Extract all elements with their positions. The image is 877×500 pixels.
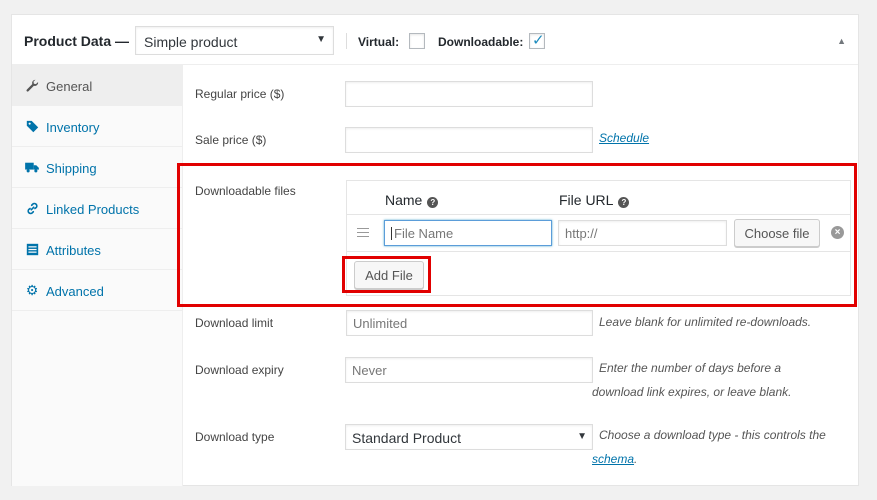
- virtual-checkbox[interactable]: [409, 33, 425, 49]
- panel-title: Product Data —: [24, 33, 130, 49]
- downloadable-checkbox[interactable]: ✓: [529, 32, 545, 49]
- help-icon[interactable]: ?: [618, 197, 630, 208]
- download-expiry-input[interactable]: Never: [345, 357, 593, 383]
- download-type-value: Standard Product: [352, 430, 461, 446]
- remove-icon[interactable]: ×: [831, 226, 844, 239]
- download-expiry-hint-2: download link expires, or leave blank.: [592, 385, 792, 399]
- tab-label: Advanced: [46, 284, 104, 299]
- download-limit-input[interactable]: Unlimited: [346, 310, 593, 336]
- column-url-header: File URL?: [559, 192, 630, 208]
- checkmark-icon: ✓: [532, 32, 545, 49]
- schema-link[interactable]: schema: [592, 452, 634, 466]
- tag-icon: [25, 119, 39, 133]
- schedule-link[interactable]: Schedule: [599, 127, 649, 150]
- virtual-label: Virtual:: [358, 35, 400, 49]
- collapse-arrow-icon[interactable]: ▲: [837, 36, 846, 46]
- tab-label: Inventory: [46, 120, 100, 135]
- help-icon[interactable]: ?: [427, 197, 439, 208]
- table-row: File Name http:// Choose file ×: [347, 215, 850, 252]
- column-name-header: Name?: [385, 192, 439, 208]
- gear-icon: ⚙: [25, 282, 39, 298]
- drag-handle-icon[interactable]: [357, 228, 369, 238]
- product-type-select[interactable]: Simple product ▼: [135, 26, 334, 55]
- sale-price-label: Sale price ($): [195, 133, 267, 147]
- file-name-input[interactable]: File Name: [384, 220, 552, 246]
- tab-shipping[interactable]: Shipping: [12, 147, 182, 188]
- file-url-input[interactable]: http://: [558, 220, 727, 246]
- regular-price-input[interactable]: [345, 81, 593, 107]
- sale-price-input[interactable]: [345, 127, 593, 153]
- download-type-select[interactable]: Standard Product ▼: [345, 424, 593, 450]
- choose-file-button[interactable]: Choose file: [734, 219, 820, 247]
- download-expiry-label: Download expiry: [195, 363, 284, 377]
- table-header: Name? File URL?: [347, 181, 850, 215]
- product-data-panel: Product Data — Simple product ▼ Virtual:…: [11, 14, 859, 486]
- tab-label: Linked Products: [46, 202, 140, 217]
- download-type-label: Download type: [195, 430, 275, 444]
- download-limit-label: Download limit: [195, 316, 274, 330]
- download-type-hint: Choose a download type - this controls t…: [599, 428, 826, 442]
- list-icon: [25, 242, 39, 256]
- tab-linked-products[interactable]: Linked Products: [12, 188, 182, 229]
- product-type-value: Simple product: [144, 34, 238, 50]
- chevron-down-icon: ▼: [577, 431, 587, 442]
- link-icon: [25, 201, 39, 215]
- downloadable-files-label: Downloadable files: [195, 184, 296, 198]
- tab-attributes[interactable]: Attributes: [12, 229, 182, 270]
- download-type-hint-2: schema.: [592, 452, 638, 466]
- add-file-button[interactable]: Add File: [354, 261, 424, 289]
- downloadable-files-table: Name? File URL? File Name http:// Choose…: [346, 180, 851, 296]
- truck-icon: [25, 160, 39, 174]
- download-expiry-hint: Enter the number of days before a: [599, 361, 782, 375]
- download-limit-hint: Leave blank for unlimited re-downloads.: [599, 315, 812, 329]
- tab-label: Attributes: [46, 243, 101, 258]
- tab-label: Shipping: [46, 161, 97, 176]
- tab-inventory[interactable]: Inventory: [12, 106, 182, 147]
- regular-price-label: Regular price ($): [195, 87, 285, 101]
- wrench-icon: [25, 78, 39, 92]
- tab-label: General: [46, 79, 93, 94]
- tab-advanced[interactable]: ⚙ Advanced: [12, 270, 182, 311]
- chevron-down-icon: ▼: [316, 34, 326, 45]
- tab-general[interactable]: General: [12, 65, 182, 106]
- downloadable-label: Downloadable:: [438, 35, 524, 49]
- product-data-tabs: General Inventory Shipping Linked Produc…: [12, 65, 183, 486]
- header-divider: [346, 33, 347, 49]
- panel-header: Product Data — Simple product ▼ Virtual:…: [12, 15, 858, 65]
